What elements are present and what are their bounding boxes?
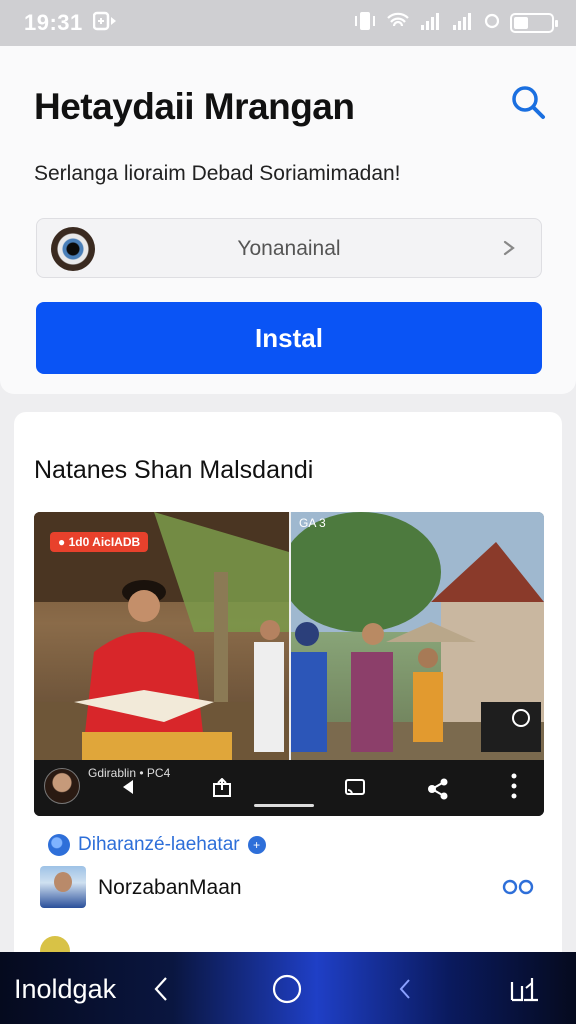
content-card: Natanes Shan Malsdandi ● 1d0 AicIADB GA … [14, 412, 562, 972]
player-controls: Gdirablin • PC4 [34, 760, 544, 816]
status-bar: 19:31 [0, 0, 576, 46]
signal-icon [420, 11, 442, 36]
scrubber-handle[interactable] [254, 804, 314, 807]
nodes-icon[interactable] [426, 778, 450, 805]
data-saver-icon [484, 11, 500, 36]
back-alt-icon[interactable] [398, 978, 412, 1005]
more-vertical-icon[interactable] [510, 772, 518, 805]
author-avatar [40, 866, 86, 908]
uploader-name[interactable]: Diharanzé-laehatar [78, 834, 240, 856]
search-icon [512, 86, 545, 119]
camera-label: GA 3 [299, 516, 326, 530]
author-row[interactable]: NorzabanMaan [40, 866, 540, 910]
video-frame-right: GA 3 [291, 512, 544, 760]
recents-icon[interactable] [510, 976, 540, 1007]
battery-icon [510, 13, 558, 33]
app-header-card: Hetaydaii Mrangan Serlanga lioraim Debad… [0, 46, 576, 394]
home-circle-icon[interactable] [272, 974, 302, 1009]
back-nav-icon[interactable] [152, 976, 170, 1007]
author-name: NorzabanMaan [98, 876, 242, 899]
notification-icon [92, 11, 119, 36]
search-button[interactable] [506, 80, 550, 124]
vibrate-icon [354, 11, 376, 36]
video-player[interactable]: ● 1d0 AicIADB GA 3 Gdirablin • PC4 [34, 512, 544, 816]
account-selector[interactable]: Yonanainal [36, 218, 542, 278]
cast-icon[interactable] [344, 778, 366, 803]
install-button[interactable]: Instal [36, 302, 542, 374]
signal-icon-2 [452, 11, 474, 36]
overlay-avatar[interactable] [44, 768, 80, 804]
selector-value: Yonanainal [237, 237, 341, 260]
app-subtitle: Serlanga lioraim Debad Soriamimadan! [34, 162, 401, 185]
section-title: Natanes Shan Malsdandi [34, 456, 314, 484]
globe-icon [48, 834, 70, 856]
status-time: 19:31 [24, 10, 83, 35]
link-icon[interactable] [502, 878, 534, 901]
back-icon[interactable] [120, 778, 136, 801]
navigation-bar: Inoldgak [0, 952, 576, 1024]
video-frame-left: ● 1d0 AicIADB [34, 512, 289, 760]
live-badge: ● 1d0 AicIADB [50, 532, 149, 552]
verified-icon: + [247, 836, 266, 854]
app-title: Hetaydaii Mrangan [34, 86, 355, 127]
chevron-down-icon [501, 237, 523, 264]
uploader-row[interactable]: Diharanzé-laehatar + [48, 834, 266, 856]
nav-label: Inoldgak [14, 974, 117, 1004]
share-icon[interactable] [212, 777, 232, 803]
wifi-icon [386, 11, 410, 36]
